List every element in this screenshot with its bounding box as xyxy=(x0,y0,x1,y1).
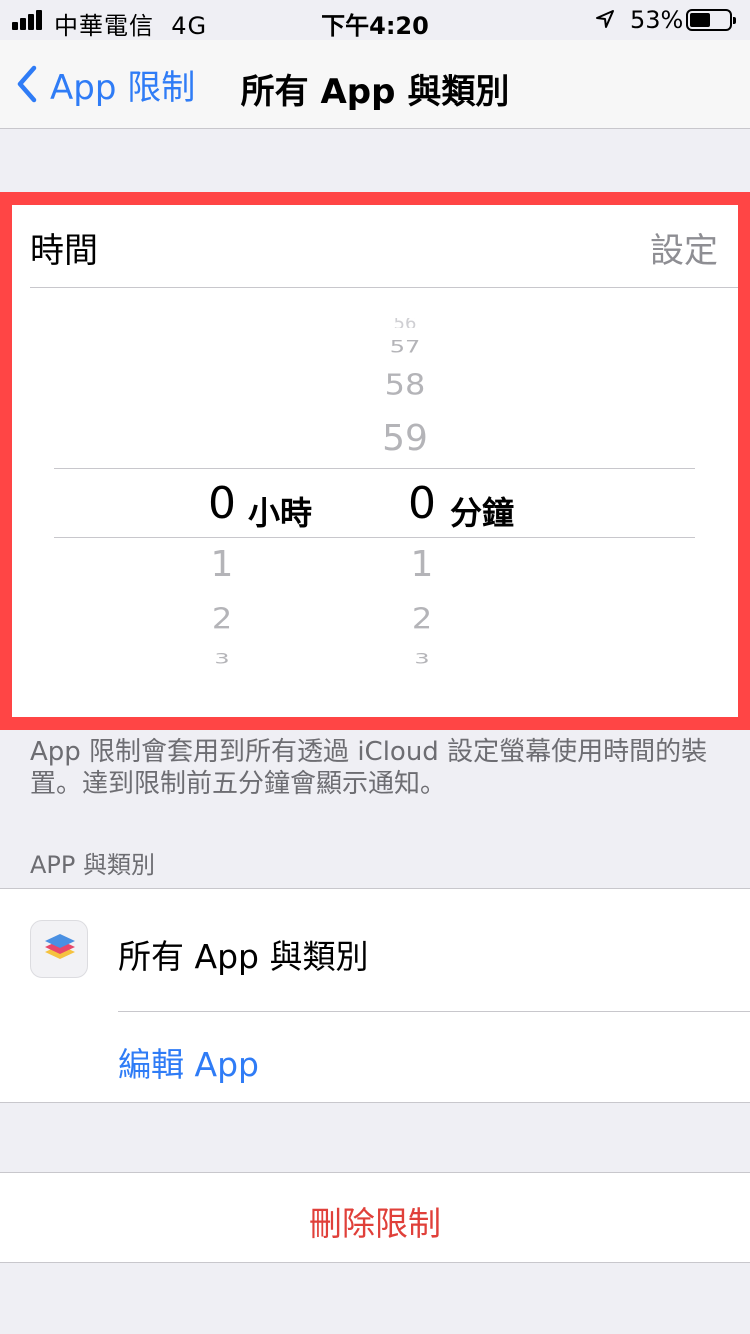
picker-minute-2: 2 xyxy=(411,602,433,636)
apps-group xyxy=(0,888,750,1103)
picker-minute-partial: 56 xyxy=(375,318,435,328)
picker-minute-59: 59 xyxy=(382,418,428,459)
page-title: 所有 App 與類別 xyxy=(240,72,510,112)
battery-nub xyxy=(733,17,736,24)
picker-selection-top xyxy=(54,468,695,469)
picker-minute-57: 57 xyxy=(389,337,421,357)
divider xyxy=(118,1011,750,1012)
layers-graphic xyxy=(45,934,75,959)
limits-note: App 限制會套用到所有透過 iCloud 設定螢幕使用時間的裝置。達到限制前五… xyxy=(30,737,708,799)
picker-hour-3: 3 xyxy=(214,650,230,666)
edit-apps-button[interactable]: 編輯 App xyxy=(118,1038,259,1086)
time-row-label: 時間 xyxy=(30,231,98,271)
picker-minutes-unit: 分鐘 xyxy=(450,494,515,532)
divider xyxy=(30,287,738,288)
picker-minutes-selected[interactable]: 0 xyxy=(400,478,444,529)
delete-limit-button[interactable]: 刪除限制 xyxy=(0,1197,750,1245)
picker-hours-selected[interactable]: 0 xyxy=(200,478,244,529)
stacked-layers-icon xyxy=(30,920,88,978)
picker-minute-3: 3 xyxy=(414,650,430,666)
location-arrow-icon xyxy=(596,10,614,28)
picker-hour-1: 1 xyxy=(210,544,234,585)
picker-hour-2: 2 xyxy=(211,602,233,636)
picker-selection-bottom xyxy=(54,537,695,538)
picker-minute-58: 58 xyxy=(384,368,426,402)
picker-minute-1: 1 xyxy=(410,544,434,585)
set-button[interactable]: 設定 xyxy=(650,223,718,272)
navigation-bar: App 限制 所有 App 與類別 xyxy=(0,40,750,129)
all-apps-row[interactable]: 所有 App 與類別 xyxy=(118,930,368,978)
battery-icon xyxy=(686,9,736,31)
section-header: APP 與類別 xyxy=(30,851,155,879)
battery-fill xyxy=(690,13,710,27)
picker-hours-unit: 小時 xyxy=(248,494,313,532)
time-picker[interactable] xyxy=(30,300,720,690)
battery-percent: 53% xyxy=(630,6,684,34)
status-bar: 中華電信 4G 下午4:20 53% xyxy=(0,0,750,40)
